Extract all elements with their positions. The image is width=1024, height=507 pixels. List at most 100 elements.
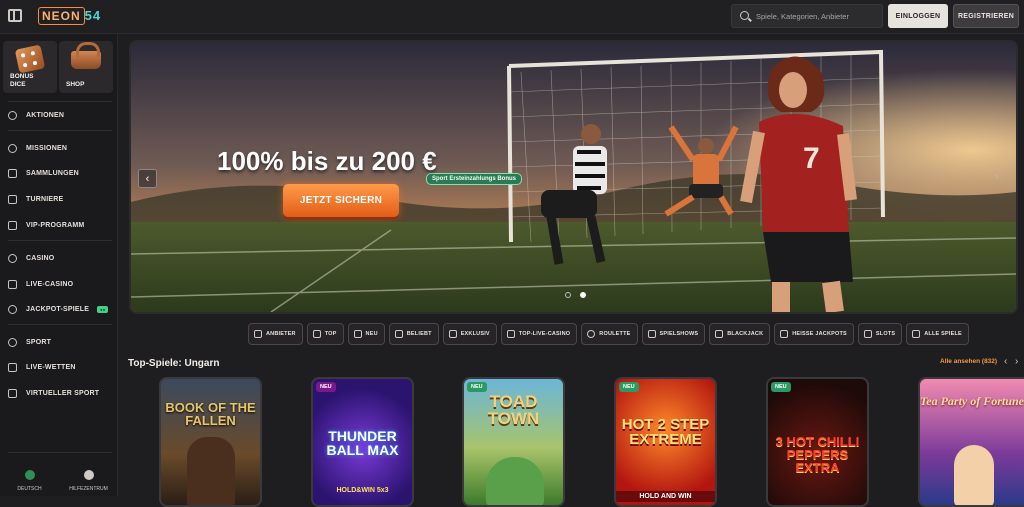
ball-icon <box>8 337 17 347</box>
live-icon <box>8 362 17 372</box>
language-selector[interactable]: DEUTSCH <box>0 470 59 492</box>
scroll-right-button[interactable]: › <box>1015 356 1018 367</box>
game-card[interactable]: BOOK OF THE FALLEN <box>159 377 262 507</box>
chevron-left-icon: ‹ <box>1004 356 1008 367</box>
sidebar-item-label: SPORT <box>26 338 52 346</box>
game-subtitle: HOLD&WIN 5x3 <box>336 487 389 494</box>
logo-text: NEON <box>38 7 85 25</box>
divider <box>8 240 112 241</box>
chevron-left-icon: ‹ <box>145 172 150 185</box>
diamond-icon <box>448 330 457 338</box>
bolt-icon <box>353 330 362 338</box>
tab-label: TOP <box>324 331 337 337</box>
live-icon <box>506 330 515 338</box>
sidebar-toggle-icon[interactable] <box>8 9 22 22</box>
help-icon <box>83 470 94 480</box>
search-icon <box>740 11 749 20</box>
grid-icon <box>912 330 921 338</box>
carousel-next-button[interactable]: › <box>995 171 1009 185</box>
tab-spielshows[interactable]: SPIELSHOWS <box>641 323 706 345</box>
view-all-link[interactable]: Alle ansehen (832) <box>940 358 997 365</box>
tab-label: SPIELSHOWS <box>659 331 699 337</box>
game-card[interactable]: Tea Party of Fortune <box>918 377 1024 507</box>
language-label: DEUTSCH <box>17 486 42 492</box>
sidebar-item-aktionen[interactable]: AKTIONEN <box>0 104 118 126</box>
search-input[interactable]: Spiele, Kategorien, Anbieter <box>731 4 883 28</box>
sidebar-item-vip[interactable]: VIP-PROGRAMM <box>0 214 118 236</box>
game-title: BOOK OF THE FALLEN <box>165 400 256 428</box>
collection-icon <box>8 168 17 178</box>
chevron-right-icon: › <box>995 171 999 182</box>
chip-icon <box>8 253 17 263</box>
search-placeholder: Spiele, Kategorien, Anbieter <box>756 12 849 21</box>
roulette-icon <box>587 330 596 338</box>
hero-banner[interactable]: 7 Sport Ersteinzahlungs Bonus <box>131 42 1016 312</box>
sidebar-item-live-wetten[interactable]: LIVE-WETTEN <box>0 356 118 378</box>
game-card[interactable]: NEU 3 HOT CHILLI PEPPERS EXTRA <box>766 377 869 507</box>
tab-exklusiv[interactable]: EXKLUSIV <box>442 323 497 345</box>
hero-cta-button[interactable]: JETZT SICHERN <box>283 184 399 217</box>
sidebar-item-label: MISSIONEN <box>26 144 68 152</box>
sidebar-item-missionen[interactable]: MISSIONEN <box>0 137 118 159</box>
carousel-prev-button[interactable]: ‹ <box>138 169 157 188</box>
tab-anbieter[interactable]: ANBIETER <box>248 323 303 345</box>
tab-neu[interactable]: NEU <box>347 323 385 345</box>
sidebar-item-jackpot[interactable]: JACKPOT-SPIELE ●● <box>0 298 118 320</box>
svg-text:7: 7 <box>803 142 820 175</box>
top-bar: NEON 54 Spiele, Kategorien, Anbieter EINL… <box>0 0 1024 34</box>
tab-label: NEU <box>365 331 378 337</box>
game-art <box>486 457 544 505</box>
tab-label: BLACKJACK <box>727 331 764 337</box>
tab-label: ALLE SPIELE <box>924 331 962 337</box>
tab-label: TOP-LIVE-CASINO <box>518 331 571 337</box>
hero-bonus-badge: Sport Ersteinzahlungs Bonus <box>425 173 523 185</box>
game-card[interactable]: NEU HOT 2 STEP EXTREME HOLD AND WIN <box>614 377 717 507</box>
sidebar-item-sammlungen[interactable]: SAMMLUNGEN <box>0 162 118 184</box>
shop-tile[interactable]: SHOP <box>59 41 113 93</box>
divider <box>8 324 112 325</box>
hero-artwork: 7 <box>131 42 1016 312</box>
game-title: THUNDER BALL MAX <box>326 428 399 458</box>
target-icon <box>8 143 17 153</box>
tab-beliebt[interactable]: BELIEBT <box>388 323 439 345</box>
sidebar-item-label: SAMMLUNGEN <box>26 169 79 177</box>
cards-icon <box>8 279 17 289</box>
sidebar-item-sport[interactable]: SPORT <box>0 331 118 353</box>
tab-alle-spiele[interactable]: ALLE SPIELE <box>906 323 969 345</box>
virtual-sport-icon <box>8 388 17 398</box>
tab-heisse-jackpots[interactable]: HEISSE JACKPOTS <box>774 323 854 345</box>
carousel-dot-active[interactable] <box>580 292 586 298</box>
tab-label: ROULETTE <box>599 331 631 337</box>
tab-label: SLOTS <box>875 331 896 337</box>
sidebar-item-label: VIP-PROGRAMM <box>26 221 85 229</box>
trophy-icon <box>8 194 17 204</box>
tab-top[interactable]: TOP <box>306 323 344 345</box>
sidebar-item-virtueller-sport[interactable]: VIRTUELLER SPORT <box>0 382 118 404</box>
sidebar-item-label: CASINO <box>26 254 55 262</box>
heart-icon <box>394 330 403 338</box>
tab-label: ANBIETER <box>266 331 296 337</box>
tab-top-live-casino[interactable]: TOP-LIVE-CASINO <box>500 323 578 345</box>
scroll-left-button[interactable]: ‹ <box>1004 356 1007 367</box>
bonus-dice-tile[interactable]: BONUS DICE <box>3 41 57 93</box>
carousel-dot[interactable] <box>565 292 571 298</box>
tab-blackjack[interactable]: BLACKJACK <box>709 323 771 345</box>
sidebar-item-turniere[interactable]: TURNIERE <box>0 188 118 210</box>
register-button[interactable]: REGISTRIEREN <box>953 4 1019 28</box>
tab-roulette[interactable]: ROULETTE <box>581 323 638 345</box>
divider <box>8 452 112 453</box>
logo[interactable]: NEON 54 <box>38 7 101 25</box>
provider-icon <box>254 330 262 338</box>
globe-icon <box>24 470 35 480</box>
game-card[interactable]: NEU THUNDER BALL MAX HOLD&WIN 5x3 <box>311 377 414 507</box>
login-button[interactable]: EINLOGGEN <box>888 4 948 28</box>
help-center-link[interactable]: HILFEZENTRUM <box>59 470 118 492</box>
sidebar-item-casino[interactable]: CASINO <box>0 247 118 269</box>
sidebar-item-label: JACKPOT-SPIELE <box>26 305 90 313</box>
new-badge: NEU <box>316 382 336 392</box>
chevron-right-icon: › <box>1015 356 1019 367</box>
sidebar-item-label: VIRTUELLER SPORT <box>26 389 100 397</box>
sidebar-item-live-casino[interactable]: LIVE-CASINO <box>0 273 118 295</box>
game-card[interactable]: NEU TOAD TOWN <box>462 377 565 507</box>
tab-slots[interactable]: SLOTS <box>857 323 903 345</box>
